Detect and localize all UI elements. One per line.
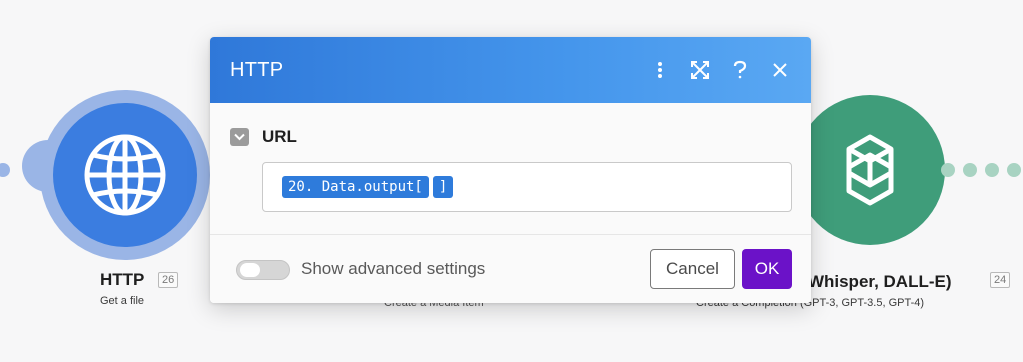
advanced-settings-label: Show advanced settings (301, 259, 486, 278)
more-vert-icon[interactable] (649, 59, 671, 81)
openai-module-title: T, Whisper, DALL-E) (790, 272, 952, 291)
openai-icon (846, 134, 894, 206)
url-input[interactable]: 20. Data.output[ ] (262, 162, 792, 212)
chevron-down-icon (234, 133, 245, 141)
close-icon[interactable] (769, 59, 791, 81)
help-icon[interactable] (729, 59, 751, 81)
mapped-value-pill[interactable]: ] (432, 176, 454, 198)
scenario-canvas: HTTP 26 Get a file Create a Media Item T… (0, 0, 1023, 362)
dialog-title: HTTP (230, 58, 284, 81)
dialog-header: HTTP (210, 37, 811, 103)
expand-icon[interactable] (689, 59, 711, 81)
connector-dot (985, 163, 999, 177)
http-module-title: HTTP (100, 270, 145, 289)
http-module-badge: 26 (158, 272, 179, 288)
globe-icon (84, 134, 166, 216)
field-collapse-toggle[interactable] (230, 128, 249, 146)
mapped-value-pill[interactable]: 20. Data.output[ (282, 176, 429, 198)
toggle-knob (240, 263, 260, 277)
connector-dot (1007, 163, 1021, 177)
dialog-body: URL 20. Data.output[ ] (210, 103, 811, 235)
dialog-header-actions (649, 59, 791, 81)
openai-module[interactable] (795, 95, 945, 245)
http-module-subtitle: Get a file (100, 295, 145, 307)
cancel-button[interactable]: Cancel (650, 249, 735, 289)
connector-dot (941, 163, 955, 177)
ok-button[interactable]: OK (742, 249, 792, 289)
http-module[interactable] (53, 103, 197, 247)
connector-dot (0, 163, 10, 177)
advanced-settings-toggle[interactable] (236, 260, 290, 280)
url-field-label: URL (262, 127, 297, 146)
connector-dot (963, 163, 977, 177)
dialog-footer: Show advanced settings Cancel OK (210, 235, 811, 303)
openai-module-badge: 24 (990, 272, 1011, 288)
http-module-dialog: HTTP URL 20. Data.output[] Show advance… (210, 37, 811, 303)
